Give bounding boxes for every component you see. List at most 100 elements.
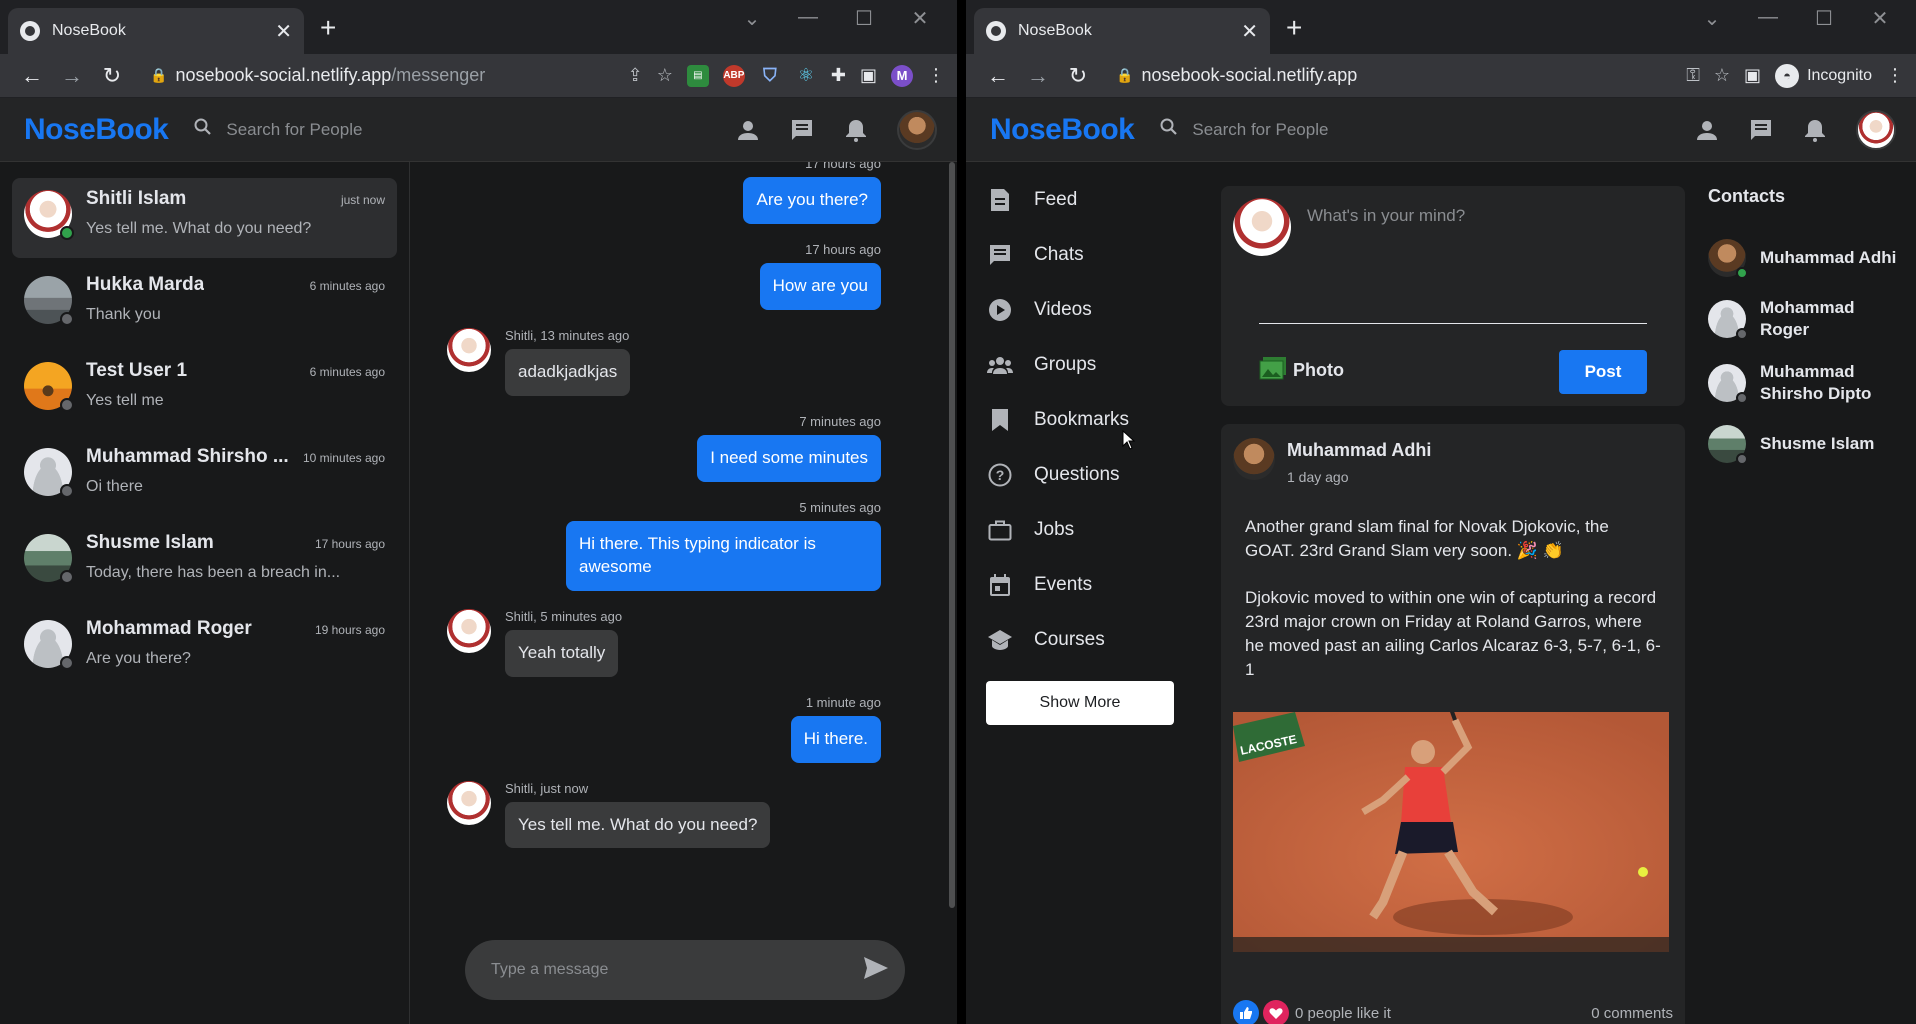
conversation-top: Shitli Islam just now xyxy=(86,188,385,210)
conversation-body: Shusme Islam 17 hours ago Today, there h… xyxy=(86,532,385,582)
post-image[interactable]: LACOSTE xyxy=(1233,711,1669,952)
user-avatar[interactable] xyxy=(897,109,937,150)
nav-item-feed[interactable]: Feed xyxy=(986,172,1186,227)
forward-icon[interactable]: → xyxy=(52,63,92,89)
send-icon[interactable] xyxy=(863,956,889,985)
contact-item[interactable]: Shusme Islam xyxy=(1708,425,1908,466)
back-icon[interactable]: ← xyxy=(978,63,1018,89)
nav-item-videos[interactable]: Videos xyxy=(986,282,1186,337)
react-devtools-icon[interactable]: ⚛ xyxy=(795,65,817,87)
chat-scrollbar[interactable] xyxy=(949,162,955,908)
reload-icon[interactable]: ↻ xyxy=(1058,63,1098,89)
sidepanel-icon[interactable]: ▣ xyxy=(860,65,877,86)
tab-search-icon[interactable]: ⌄ xyxy=(1684,6,1740,31)
sidepanel-icon[interactable]: ▣ xyxy=(1744,65,1761,86)
browser-tab[interactable]: NoseBook ✕ xyxy=(974,8,1270,54)
nav-item-groups[interactable]: Groups xyxy=(986,337,1186,392)
post-header: Muhammad Adhi 1 day ago xyxy=(1233,438,1673,485)
adblock-icon[interactable]: ABP xyxy=(722,64,745,87)
message-bubble[interactable]: adadkjadkjas xyxy=(505,348,631,396)
nav-item-courses[interactable]: Courses xyxy=(986,612,1186,667)
message-bubble[interactable]: How are you xyxy=(759,262,881,310)
maximize-button[interactable]: ☐ xyxy=(836,6,892,31)
nav-item-jobs[interactable]: Jobs xyxy=(986,502,1186,557)
message-bubble[interactable]: Are you there? xyxy=(743,177,881,224)
url-field[interactable]: nosebook-social.netlify.app xyxy=(1141,65,1686,86)
forward-icon[interactable]: → xyxy=(1018,63,1058,89)
tab-search-icon[interactable]: ⌄ xyxy=(724,6,780,31)
user-avatar[interactable] xyxy=(1856,109,1896,150)
close-tab-icon[interactable]: ✕ xyxy=(275,19,292,44)
post-author-name[interactable]: Muhammad Adhi xyxy=(1287,440,1431,461)
share-icon[interactable]: ⇪ xyxy=(628,65,643,86)
back-icon[interactable]: ← xyxy=(12,63,52,89)
star-icon[interactable]: ☆ xyxy=(1714,65,1730,86)
close-window-button[interactable]: ✕ xyxy=(892,6,948,31)
conversation-name: Shitli Islam xyxy=(86,188,187,209)
heart-icon[interactable] xyxy=(1263,1000,1289,1024)
share-input[interactable]: What's in your mind? xyxy=(1307,206,1465,226)
post-button[interactable]: Post xyxy=(1559,350,1647,394)
incognito-badge[interactable]: ◓ Incognito xyxy=(1775,63,1872,88)
conversation-item[interactable]: Hukka Marda 6 minutes ago Thank you xyxy=(12,264,397,344)
minimize-button[interactable]: — xyxy=(1740,6,1796,31)
mouse-cursor-icon xyxy=(1122,430,1136,450)
post-author-avatar[interactable] xyxy=(1233,438,1275,480)
url-field[interactable]: nosebook-social.netlify.app/messenger xyxy=(175,65,627,86)
key-icon[interactable]: ⚿ xyxy=(1686,65,1700,86)
message-bubble[interactable]: I need some minutes xyxy=(697,434,881,482)
conversation-item[interactable]: Shusme Islam 17 hours ago Today, there h… xyxy=(12,522,397,602)
browser-tab[interactable]: NoseBook ✕ xyxy=(8,8,304,54)
reload-icon[interactable]: ↻ xyxy=(92,63,132,89)
photo-upload-button[interactable]: Photo xyxy=(1259,356,1344,385)
app-logo[interactable]: NoseBook xyxy=(990,113,1135,147)
new-tab-button[interactable]: + xyxy=(320,14,336,42)
message-bubble[interactable]: Hi there. This typing indicator is aweso… xyxy=(566,520,881,591)
conversation-item[interactable]: Mohammad Roger 19 hours ago Are you ther… xyxy=(12,608,397,688)
contact-item[interactable]: Muhammad Adhi xyxy=(1708,239,1908,279)
nav-item-questions[interactable]: ? Questions xyxy=(986,447,1186,502)
conversation-avatar xyxy=(24,190,74,240)
header-icons xyxy=(1694,109,1896,150)
messages-icon[interactable] xyxy=(789,117,815,143)
tab-title: NoseBook xyxy=(52,22,126,39)
new-tab-button[interactable]: + xyxy=(1286,14,1302,42)
presence-dot xyxy=(60,312,74,326)
search-input[interactable] xyxy=(226,119,527,140)
contact-item[interactable]: Muhammad Shirsho Dipto xyxy=(1708,361,1908,405)
conversation-time: 17 hours ago xyxy=(314,537,385,551)
maximize-button[interactable]: ☐ xyxy=(1796,6,1852,31)
app-logo[interactable]: NoseBook xyxy=(24,113,169,147)
message-bubble[interactable]: Yeah totally xyxy=(505,629,619,677)
conversation-item[interactable]: Shitli Islam just now Yes tell me. What … xyxy=(12,178,397,258)
message-input[interactable] xyxy=(491,961,863,979)
message-bubble[interactable]: Yes tell me. What do you need? xyxy=(505,801,771,849)
star-icon[interactable]: ☆ xyxy=(657,65,673,86)
person-icon[interactable] xyxy=(1694,117,1720,143)
minimize-button[interactable]: — xyxy=(780,6,836,31)
person-icon[interactable] xyxy=(735,117,761,143)
conversation-item[interactable]: Muhammad Shirsho ... 10 minutes ago Oi t… xyxy=(12,436,397,516)
conversation-item[interactable]: Test User 1 6 minutes ago Yes tell me xyxy=(12,350,397,430)
like-icon[interactable] xyxy=(1233,1000,1259,1024)
close-window-button[interactable]: ✕ xyxy=(1852,6,1908,31)
shield-icon[interactable]: ⛉ xyxy=(759,65,781,87)
puzzle-icon[interactable]: ✚ xyxy=(831,65,846,86)
show-more-button[interactable]: Show More xyxy=(986,681,1174,725)
close-tab-icon[interactable]: ✕ xyxy=(1241,19,1258,44)
menu-icon[interactable]: ⋮ xyxy=(1886,65,1904,86)
comment-count[interactable]: 0 comments xyxy=(1591,1005,1673,1022)
contact-item[interactable]: Mohammad Roger xyxy=(1708,297,1908,341)
message-bubble[interactable]: Hi there. xyxy=(790,715,881,763)
messages-icon[interactable] xyxy=(1748,117,1774,143)
search-input[interactable] xyxy=(1192,119,1493,140)
nav-item-events[interactable]: Events xyxy=(986,557,1186,612)
notifications-icon[interactable] xyxy=(843,117,869,143)
nav-item-chats[interactable]: Chats xyxy=(986,227,1186,282)
profile-icon[interactable]: M xyxy=(891,64,913,87)
extension-green-icon[interactable]: ▤ xyxy=(686,64,709,87)
nav-item-bookmarks[interactable]: Bookmarks xyxy=(986,392,1186,447)
notifications-icon[interactable] xyxy=(1802,117,1828,143)
menu-icon[interactable]: ⋮ xyxy=(927,65,945,86)
nav-item-label: Chats xyxy=(1034,243,1084,265)
